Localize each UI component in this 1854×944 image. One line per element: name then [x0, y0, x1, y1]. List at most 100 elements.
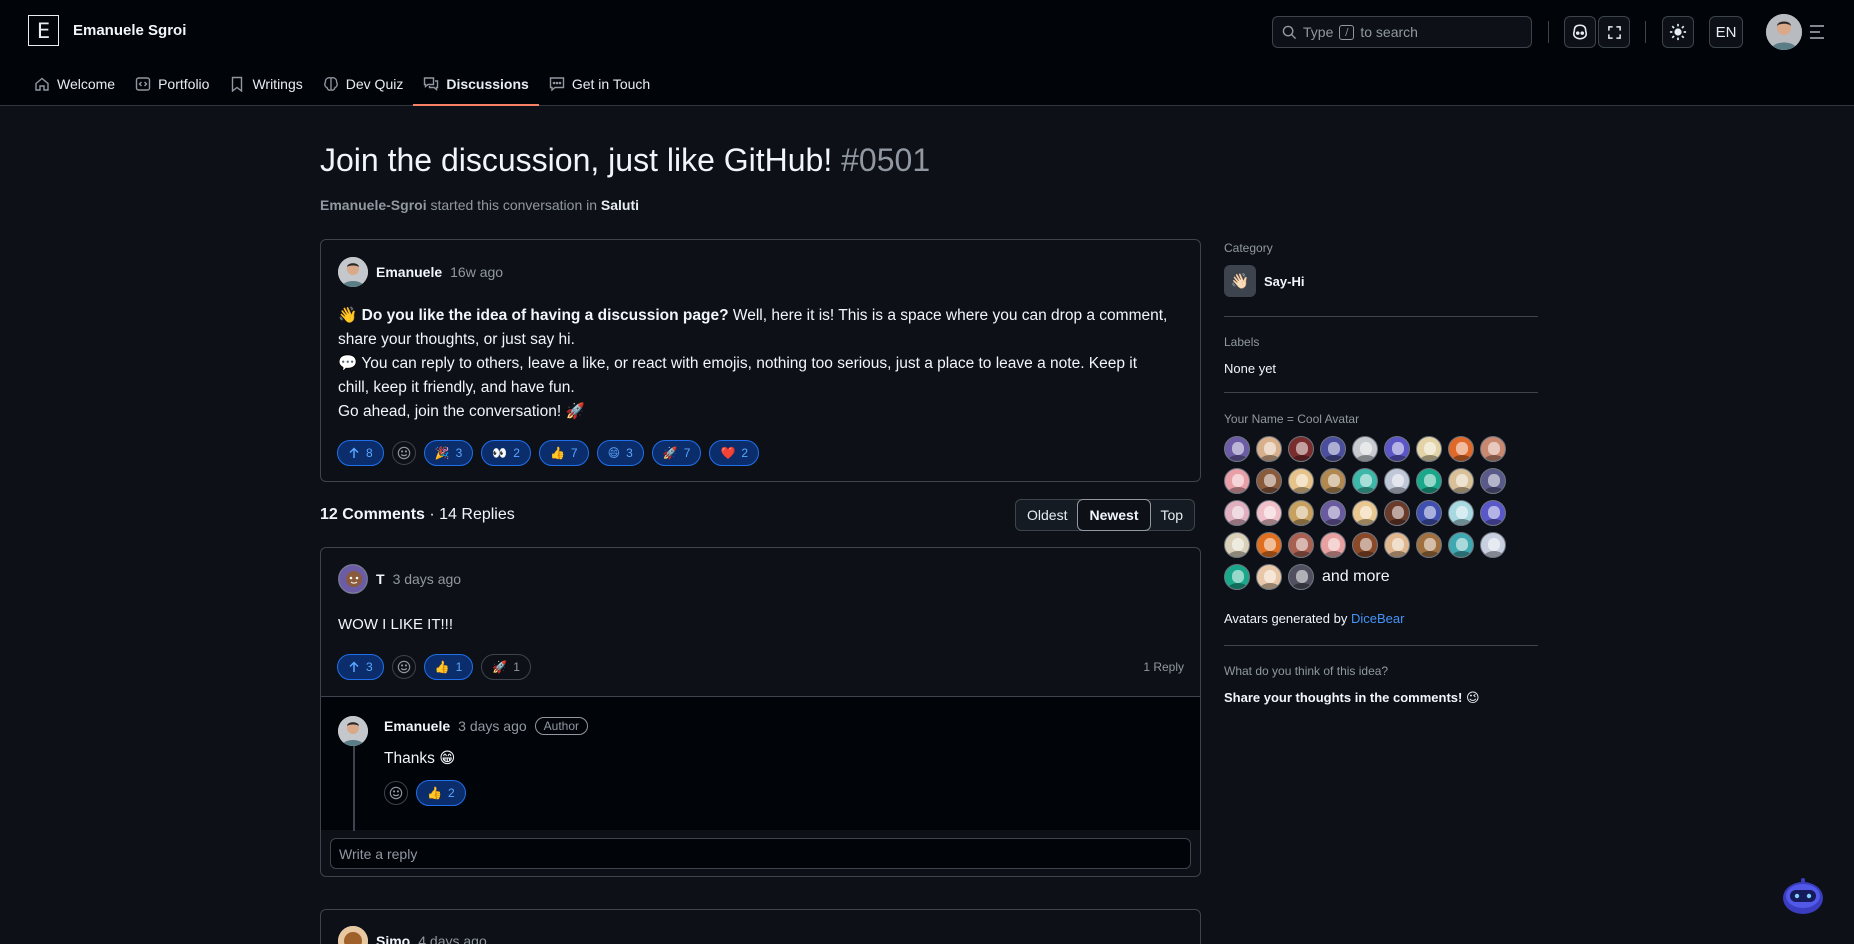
search-prefix: Type — [1303, 24, 1334, 40]
hamburger-menu-icon[interactable] — [1807, 22, 1827, 42]
post-author[interactable]: Emanuele — [376, 264, 442, 280]
avatar-row — [1224, 532, 1524, 558]
reaction-emoji: 😄 — [607, 446, 621, 460]
sample-avatar — [1384, 468, 1410, 494]
reaction-emoji: 👍 — [434, 660, 450, 674]
language-button[interactable]: EN — [1709, 16, 1743, 48]
post-line: share your thoughts, or just say hi. — [338, 331, 575, 348]
reaction-emoji: ❤️ — [720, 446, 736, 460]
reply-reactions: 👍 2 — [384, 780, 466, 806]
nav-item-discussions[interactable]: Discussions — [413, 62, 540, 106]
comment-author[interactable]: T — [376, 571, 385, 587]
post-time[interactable]: 16w ago — [450, 264, 503, 280]
reply-input[interactable]: Write a reply — [330, 838, 1191, 869]
nav-item-welcome[interactable]: Welcome — [24, 62, 125, 106]
comments-summary: 12 Comments · 14 Replies — [320, 506, 515, 524]
sample-avatar — [1256, 532, 1282, 558]
comment-reactions: 3 👍 1 🚀 1 — [337, 654, 531, 680]
nav-item-get-in-touch[interactable]: Get in Touch — [539, 62, 660, 106]
chatbot-launcher[interactable] — [1781, 876, 1825, 916]
sample-avatar — [1224, 500, 1250, 526]
category-item[interactable]: 👋🏻 Say-Hi — [1224, 265, 1304, 297]
search-input[interactable]: Type / to search — [1272, 16, 1532, 48]
smiley-icon — [397, 660, 410, 674]
reply-author[interactable]: Emanuele — [384, 718, 450, 734]
comments-count: 12 Comments — [320, 506, 425, 523]
comment-header: Simo 4 days ago — [338, 926, 487, 944]
sample-avatar — [1384, 436, 1410, 462]
comment-author[interactable]: Simo — [376, 933, 410, 944]
reaction-heart[interactable]: ❤️ 2 — [709, 440, 760, 466]
upvote-button[interactable]: 3 — [337, 654, 384, 680]
upvote-count: 3 — [366, 660, 373, 674]
user-avatar[interactable] — [1766, 14, 1802, 50]
category-name: Say-Hi — [1264, 273, 1305, 289]
sample-avatar — [1416, 500, 1442, 526]
thread-line — [353, 735, 355, 831]
sort-oldest-button[interactable]: Oldest — [1016, 500, 1078, 530]
sample-avatar — [1416, 532, 1442, 558]
brain-icon — [323, 77, 338, 91]
reaction-thumbs-up[interactable]: 👍 2 — [416, 780, 466, 806]
comment-discussion-icon — [424, 77, 439, 91]
sort-newest-button[interactable]: Newest — [1077, 499, 1151, 531]
reaction-rocket[interactable]: 🚀 1 — [481, 654, 531, 680]
nav-item-dev-quiz[interactable]: Dev Quiz — [313, 62, 414, 106]
reaction-eyes[interactable]: 👀 2 — [481, 440, 531, 466]
upvote-count: 8 — [366, 446, 373, 460]
starter-link[interactable]: Emanuele-Sgroi — [320, 197, 427, 213]
reply-thread: Emanuele 3 days ago Author Thanks 😁 👍 2 — [321, 696, 1200, 831]
sample-avatar — [1480, 500, 1506, 526]
comment-time[interactable]: 4 days ago — [418, 933, 487, 944]
category-link[interactable]: Saluti — [601, 197, 639, 213]
sample-avatar — [1256, 468, 1282, 494]
smiley-icon — [397, 446, 410, 460]
sort-top-button[interactable]: Top — [1150, 500, 1195, 530]
reaction-count: 1 — [455, 660, 463, 674]
comment-body: WOW I LIKE IT!!! — [338, 616, 454, 633]
add-reaction-button[interactable] — [391, 441, 416, 465]
discussion-meta: Emanuele-Sgroi started this conversation… — [320, 197, 639, 213]
copilot-button[interactable] — [1564, 16, 1596, 48]
commenter-avatar[interactable] — [338, 564, 368, 594]
dicebear-link[interactable]: DiceBear — [1351, 611, 1404, 626]
post-body: 👋 Do you like the idea of having a discu… — [338, 304, 1188, 424]
comment-time[interactable]: 3 days ago — [393, 571, 462, 587]
add-reaction-button[interactable] — [384, 781, 408, 805]
site-logo[interactable]: E — [28, 15, 59, 46]
idea-label: What do you think of this idea? — [1224, 664, 1389, 678]
reaction-emoji: 🚀 — [492, 660, 508, 674]
reply-time[interactable]: 3 days ago — [458, 718, 527, 734]
post-text: Well, here it is! This is a space where … — [732, 307, 1168, 324]
reaction-laugh[interactable]: 😄 3 — [596, 440, 644, 466]
nav-item-portfolio[interactable]: Portfolio — [125, 62, 219, 106]
reaction-hooray[interactable]: 🎉 3 — [423, 440, 474, 466]
avatar-row — [1224, 468, 1524, 494]
upvote-button[interactable]: 8 — [337, 440, 384, 466]
reaction-thumbs-up[interactable]: 👍 1 — [423, 654, 474, 680]
commenter-avatar[interactable] — [338, 926, 368, 944]
sample-avatar — [1320, 436, 1346, 462]
reaction-rocket[interactable]: 🚀 7 — [651, 440, 702, 466]
reaction-emoji: 👀 — [492, 446, 508, 460]
fullscreen-button[interactable] — [1598, 16, 1630, 48]
author-avatar[interactable] — [338, 257, 368, 287]
sample-avatar — [1480, 436, 1506, 462]
avatars-label: Your Name = Cool Avatar — [1224, 412, 1360, 426]
reaction-thumbs-up[interactable]: 👍 7 — [538, 440, 589, 466]
nav-item-writings[interactable]: Writings — [219, 62, 312, 106]
reply-avatar[interactable] — [338, 716, 368, 746]
theme-toggle-button[interactable] — [1662, 16, 1694, 48]
sample-avatar — [1448, 468, 1474, 494]
replies-count: 14 Replies — [439, 506, 515, 523]
category-icon: 👋🏻 — [1224, 265, 1256, 297]
brand-name[interactable]: Emanuele Sgroi — [73, 22, 186, 39]
reply-count[interactable]: 1 Reply — [1143, 660, 1184, 674]
sample-avatar — [1224, 436, 1250, 462]
idea-text: Share your thoughts in the comments! 😉 — [1224, 690, 1480, 705]
nav-label: Portfolio — [158, 76, 210, 92]
reaction-count: 2 — [513, 446, 520, 460]
reaction-emoji: 🎉 — [434, 446, 450, 460]
add-reaction-button[interactable] — [391, 655, 416, 679]
smiley-icon — [389, 786, 403, 800]
